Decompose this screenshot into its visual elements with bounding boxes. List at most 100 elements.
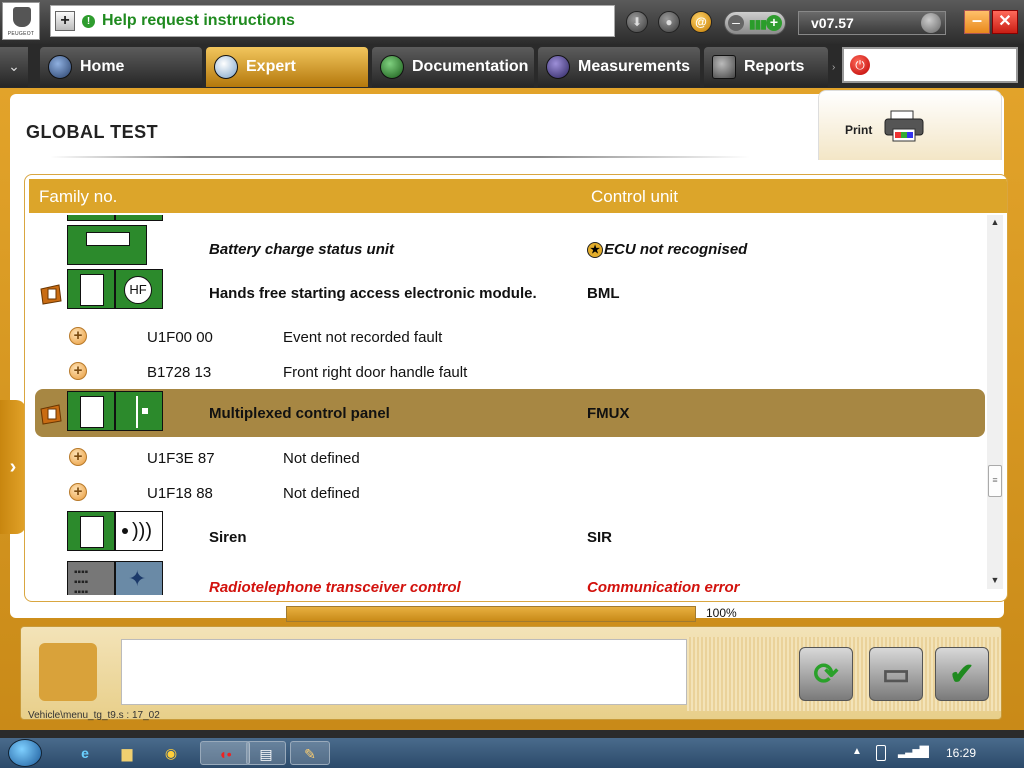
header-family: Family no. bbox=[39, 187, 118, 206]
ie-icon[interactable]: e bbox=[66, 741, 104, 765]
bottom-panel: ⟳ ▭ ✔ bbox=[20, 626, 1002, 720]
power-icon[interactable]: ⏻ bbox=[850, 55, 870, 75]
header-control-unit: Control unit bbox=[591, 187, 678, 206]
fault-row[interactable]: + U1F18 88 Not defined bbox=[25, 479, 989, 511]
ecu-flag-icon bbox=[40, 404, 62, 425]
reports-icon bbox=[712, 55, 736, 79]
at-icon[interactable]: @ bbox=[690, 11, 712, 33]
tab-home[interactable]: Home bbox=[40, 47, 202, 87]
row-ecu-unit: FMUX bbox=[587, 405, 630, 422]
tab-measurements[interactable]: Measurements bbox=[538, 47, 700, 87]
table-row[interactable]: ▪▪▪▪ ▪▪▪▪ ▪▪▪▪ ✦ Radiotelephone transceive… bbox=[25, 561, 989, 595]
close-button[interactable]: ✕ bbox=[992, 10, 1018, 34]
expand-plus-icon[interactable]: + bbox=[69, 483, 87, 501]
row-ecu-name: Radiotelephone transceiver control bbox=[209, 579, 461, 595]
wifi-icon[interactable]: ▂▃▅▇ bbox=[898, 744, 929, 758]
tab-home-label: Home bbox=[80, 58, 125, 75]
confirm-button[interactable]: ✔ bbox=[935, 647, 989, 701]
user-icon[interactable]: ● bbox=[658, 11, 680, 33]
row-ecu-unit: BML bbox=[587, 285, 620, 302]
tab-expert[interactable]: Expert bbox=[206, 47, 368, 87]
expand-plus-icon[interactable]: + bbox=[69, 327, 87, 345]
explorer-icon[interactable]: ▆ bbox=[108, 741, 146, 765]
row-ecu-name: Battery charge status unit bbox=[209, 241, 395, 258]
power-input-box[interactable]: ⏻ bbox=[842, 47, 1018, 83]
version-label: v07.57 bbox=[811, 15, 854, 31]
tray-expand-icon[interactable]: ▲ bbox=[852, 746, 862, 757]
clock[interactable]: 16:29 bbox=[946, 746, 976, 760]
print-label[interactable]: Print bbox=[845, 123, 872, 137]
diagbox-taskbar-icon[interactable]: ◖• bbox=[200, 741, 250, 765]
tab-reports-label: Reports bbox=[744, 58, 805, 75]
nav-menu-chevron-icon[interactable]: ⌄ bbox=[0, 47, 28, 87]
multiplexed-panel-image bbox=[67, 391, 163, 431]
fault-row[interactable]: + U1F00 00 Event not recorded fault bbox=[25, 323, 989, 355]
lion-icon bbox=[13, 7, 31, 27]
print-button[interactable]: Print bbox=[818, 90, 1002, 160]
tab-expert-label: Expert bbox=[246, 58, 296, 75]
progress-label: 100% bbox=[706, 606, 737, 620]
scroll-up-icon[interactable]: ▲ bbox=[987, 217, 1003, 229]
close-icon: ✕ bbox=[998, 13, 1012, 30]
row-ecu-unit: ★ ECU not recognised bbox=[587, 241, 747, 258]
paint-icon[interactable]: ✎ bbox=[290, 741, 330, 765]
measurements-icon bbox=[546, 55, 570, 79]
fault-description: Not defined bbox=[283, 450, 360, 467]
title-divider bbox=[50, 156, 750, 158]
main-nav: ⌄ Home Expert Documentation Measurements… bbox=[0, 44, 1024, 88]
minimize-button[interactable]: – bbox=[964, 10, 990, 34]
fault-row[interactable]: + U1F3E 87 Not defined bbox=[25, 444, 989, 476]
tab-reports[interactable]: Reports bbox=[704, 47, 828, 87]
status-path: Vehicle\menu_tg_t9.s : 17_02 bbox=[28, 710, 160, 721]
row-ecu-name: Multiplexed control panel bbox=[209, 405, 390, 422]
table-body: Battery charge status unit ★ ECU not reco… bbox=[25, 215, 989, 595]
tab-documentation[interactable]: Documentation bbox=[372, 47, 534, 87]
table-scrollbar[interactable]: ▲ ≡ ▼ bbox=[987, 215, 1003, 589]
battery-unit-image bbox=[67, 225, 147, 265]
checkmark-icon: ✔ bbox=[949, 657, 975, 691]
fault-description: Event not recorded fault bbox=[283, 329, 443, 346]
row-ecu-name: Siren bbox=[209, 529, 247, 546]
expand-plus-icon[interactable]: + bbox=[69, 448, 87, 466]
volume-minus-icon[interactable]: – bbox=[728, 15, 744, 31]
row-ecu-unit: Communication error bbox=[587, 579, 740, 595]
selected-row-highlight bbox=[35, 389, 985, 437]
volume-level-icon: ▮▮▮ bbox=[749, 17, 767, 31]
status-square bbox=[39, 643, 97, 701]
table-row[interactable]: Battery charge status unit ★ ECU not reco… bbox=[25, 223, 989, 265]
table-row-selected[interactable]: Multiplexed control panel FMUX bbox=[25, 389, 989, 437]
documentation-icon bbox=[380, 55, 404, 79]
row-ecu-unit: SIR bbox=[587, 529, 613, 546]
windows-start-icon[interactable] bbox=[8, 739, 42, 767]
fault-description: Front right door handle fault bbox=[283, 364, 468, 381]
notepad-icon[interactable]: ▤ bbox=[246, 741, 286, 765]
print-report-icon: ▭ bbox=[881, 657, 911, 691]
volume-plus-icon[interactable]: + bbox=[766, 15, 782, 31]
chrome-icon[interactable]: ◉ bbox=[152, 741, 190, 765]
printer-icon[interactable] bbox=[883, 109, 927, 143]
refresh-button[interactable]: ⟳ bbox=[799, 647, 853, 701]
help-plus-icon[interactable]: + bbox=[55, 11, 75, 31]
radiotelephone-image: ▪▪▪▪ ▪▪▪▪ ▪▪▪▪ ✦ bbox=[67, 561, 163, 595]
scroll-thumb[interactable]: ≡ bbox=[988, 465, 1002, 497]
fault-description: Not defined bbox=[283, 485, 360, 502]
progress-bar bbox=[286, 606, 696, 622]
help-text[interactable]: Help request instructions bbox=[102, 12, 295, 30]
fault-row[interactable]: + B1728 13 Front right door handle fault bbox=[25, 358, 989, 390]
table-row[interactable]: ))) Siren SIR bbox=[25, 511, 989, 559]
expand-plus-icon[interactable]: + bbox=[69, 362, 87, 380]
print-report-button[interactable]: ▭ bbox=[869, 647, 923, 701]
page-title: GLOBAL TEST bbox=[26, 122, 159, 142]
table-row[interactable]: HF Hands free starting access electronic… bbox=[25, 269, 989, 313]
knob-icon[interactable] bbox=[921, 13, 941, 33]
scroll-down-icon[interactable]: ▼ bbox=[987, 575, 1003, 587]
nav-right-chevron-icon[interactable]: › bbox=[832, 62, 835, 73]
windows-taskbar: e ▆ ◉ ◖• ▤ ✎ ▲ ▂▃▅▇ 16:29 bbox=[0, 738, 1024, 768]
help-bar[interactable]: + ! Help request instructions bbox=[50, 5, 615, 37]
volume-control[interactable]: – ▮▮▮ + bbox=[724, 11, 786, 35]
battery-icon[interactable] bbox=[876, 745, 886, 761]
tab-documentation-label: Documentation bbox=[412, 58, 529, 75]
side-panel-toggle[interactable]: › bbox=[0, 400, 26, 534]
download-icon[interactable]: ⬇ bbox=[626, 11, 648, 33]
hands-free-module-image: HF bbox=[67, 269, 163, 309]
